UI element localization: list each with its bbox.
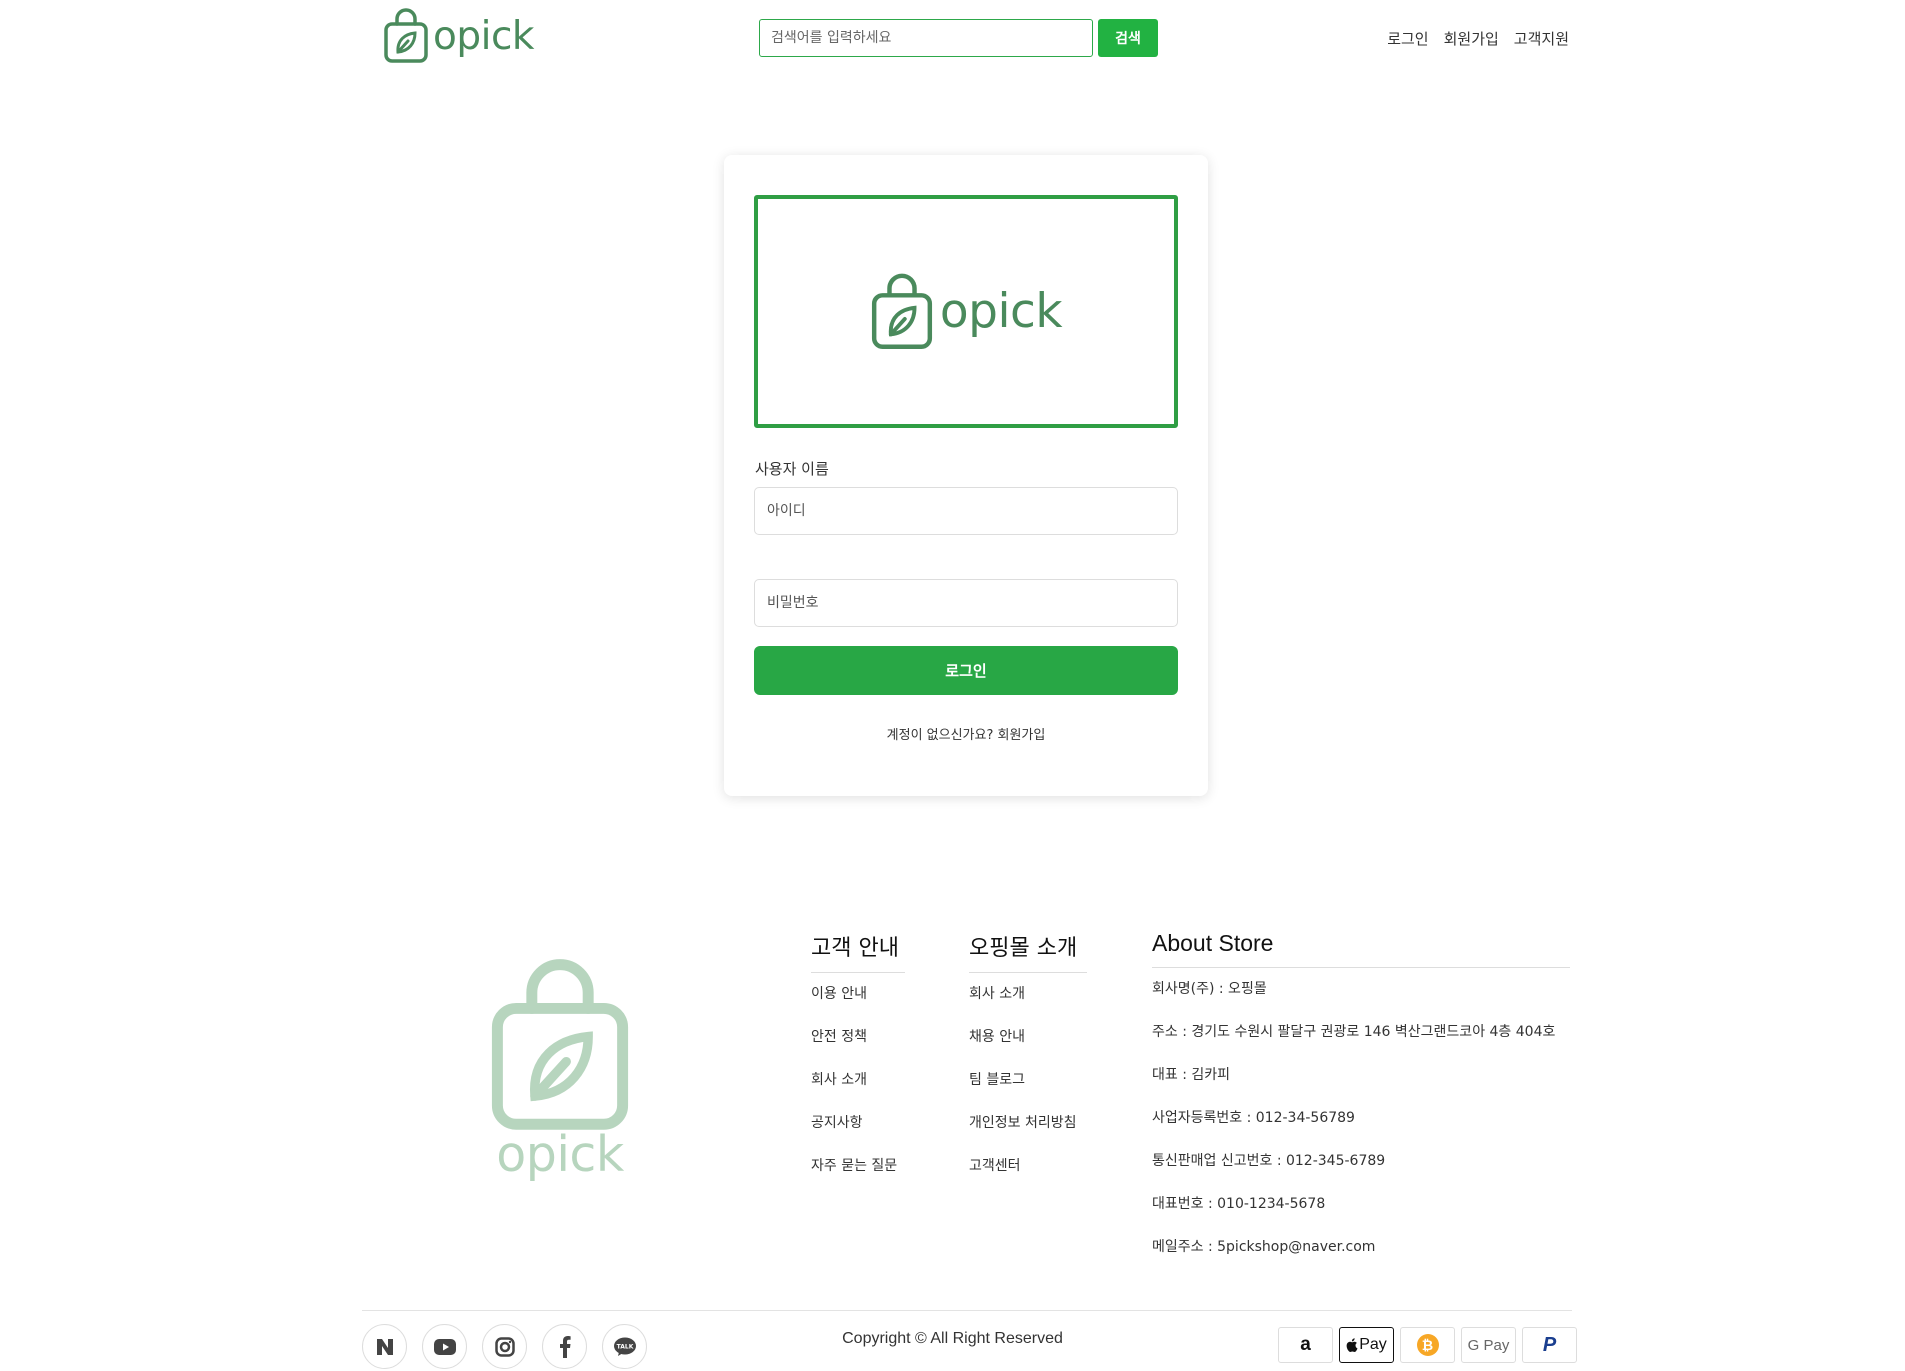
footer-link[interactable]: 회사 소개 [969, 983, 1087, 1026]
store-info-line: 메일주소 : 5pickshop@naver.com [1152, 1239, 1376, 1255]
login-button[interactable]: 로그인 [754, 646, 1178, 695]
footer-logo: opick [488, 958, 632, 1179]
footer-customer-guide: 고객 안내 이용 안내 안전 정책 회사 소개 공지사항 자주 묻는 질문 [811, 930, 905, 1198]
footer-column-title: 오핑몰 소개 [969, 930, 1087, 973]
search-input[interactable] [759, 19, 1093, 57]
top-nav: 로그인 회원가입 고객지원 [1387, 28, 1569, 49]
footer-link[interactable]: 팀 블로그 [969, 1069, 1087, 1112]
nav-signup-link[interactable]: 회원가입 [1444, 28, 1499, 49]
footer-link[interactable]: 안전 정책 [811, 1026, 905, 1069]
shopping-bag-leaf-icon [871, 273, 932, 349]
footer-link[interactable]: 공지사항 [811, 1112, 905, 1155]
username-label: 사용자 이름 [755, 460, 829, 478]
footer-column-title: 고객 안내 [811, 930, 905, 973]
google-pay-icon: G Pay [1461, 1327, 1516, 1363]
store-info-line: 대표번호 : 010-1234-5678 [1152, 1196, 1326, 1212]
search-button[interactable]: 검색 [1098, 19, 1158, 57]
store-info-line: 주소 : 경기도 수원시 팔달구 권광로 146 벽산그랜드코아 4층 404호 [1152, 1024, 1556, 1040]
footer-link[interactable]: 회사 소개 [811, 1069, 905, 1112]
footer-opick-intro: 오핑몰 소개 회사 소개 채용 안내 팀 블로그 개인정보 처리방침 고객센터 [969, 930, 1087, 1198]
search-bar: 검색 [759, 19, 1158, 57]
amazon-icon: a [1278, 1327, 1333, 1363]
nav-login-link[interactable]: 로그인 [1387, 28, 1428, 49]
copyright-text: Copyright © All Right Reserved [842, 1330, 1063, 1347]
brand-logo[interactable]: opick [383, 8, 534, 64]
login-logo-text: opick [939, 284, 1063, 339]
nav-support-link[interactable]: 고객지원 [1514, 28, 1569, 49]
apple-pay-icon: Pay [1339, 1327, 1394, 1363]
shopping-bag-leaf-icon [491, 959, 629, 1130]
username-field[interactable] [754, 487, 1178, 535]
bitcoin-icon: ₿ [1400, 1327, 1455, 1363]
login-card: opick 사용자 이름 로그인 계정이 없으신가요? 회원가입 [724, 155, 1208, 796]
footer-link[interactable]: 채용 안내 [969, 1026, 1087, 1069]
footer-about-store: About Store 회사명(주) : 오핑몰 주소 : 경기도 수원시 팔달… [1152, 930, 1570, 1279]
payment-methods: a Pay ₿ G Pay P [1278, 1327, 1577, 1363]
footer-link[interactable]: 자주 묻는 질문 [811, 1155, 905, 1198]
footer-link[interactable]: 이용 안내 [811, 983, 905, 1026]
site-header: opick 검색 로그인 회원가입 고객지원 [0, 0, 1905, 80]
shopping-bag-leaf-icon [384, 8, 428, 63]
footer-column-title: About Store [1152, 930, 1570, 968]
footer-divider [362, 1310, 1572, 1311]
footer-logo-text: opick [496, 1126, 624, 1183]
footer-link[interactable]: 개인정보 처리방침 [969, 1112, 1087, 1155]
password-field[interactable] [754, 579, 1178, 627]
footer-link[interactable]: 고객센터 [969, 1155, 1087, 1198]
signup-link[interactable]: 계정이 없으신가요? 회원가입 [724, 724, 1208, 743]
login-logo-box: opick [754, 195, 1178, 428]
store-info-line: 회사명(주) : 오핑몰 [1152, 981, 1267, 997]
store-info-line: 통신판매업 신고번호 : 012-345-6789 [1152, 1153, 1386, 1169]
store-info-line: 사업자등록번호 : 012-34-56789 [1152, 1110, 1355, 1126]
brand-name: opick [433, 13, 534, 59]
store-info-line: 대표 : 김카피 [1152, 1067, 1231, 1083]
paypal-icon: P [1522, 1327, 1577, 1363]
